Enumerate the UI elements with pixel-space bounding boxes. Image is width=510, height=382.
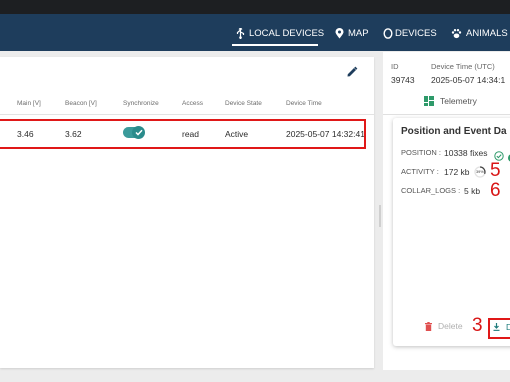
step-5-annotation: 5 (490, 160, 501, 181)
status-dot-icon (506, 149, 510, 167)
activity-progress-text: 39% (476, 169, 484, 174)
usb-icon (236, 27, 245, 39)
delete-button[interactable]: Delete (425, 321, 463, 331)
collar-ring-icon (383, 27, 393, 39)
collar-logs-value: 5 kb (464, 186, 481, 196)
position-value: 10338 fixes (444, 148, 488, 158)
id-value: 39743 (391, 75, 415, 85)
download-button[interactable]: D (493, 322, 510, 332)
nav-devices[interactable]: DEVICES (383, 25, 437, 41)
nav-map[interactable]: MAP (335, 25, 369, 41)
tab-telemetry[interactable]: Telemetry (424, 96, 477, 106)
map-pin-icon (335, 27, 344, 39)
pencil-icon (346, 65, 358, 82)
step-6-annotation: 6 (490, 180, 501, 201)
column-header-access[interactable]: Access (182, 100, 203, 107)
nav-local-devices-label: LOCAL DEVICES (249, 27, 325, 39)
trash-icon (425, 321, 432, 331)
paw-icon (451, 28, 462, 39)
device-time-utc-value: 2025-05-07 14:34:1 (431, 75, 506, 85)
position-label: POSITION : (401, 148, 442, 157)
activity-label: ACTIVITY : (401, 167, 439, 176)
column-header-device-time[interactable]: Device Time (286, 100, 322, 107)
nav-devices-label: DEVICES (395, 27, 437, 39)
id-label: ID (391, 62, 399, 71)
nav-active-indicator (232, 44, 318, 46)
activity-progress-ring: 39% (474, 166, 486, 178)
delete-label: Delete (438, 321, 463, 331)
tab-underline (383, 114, 510, 115)
download-label: D (506, 322, 510, 332)
edit-button[interactable] (346, 65, 358, 77)
header-divider (0, 114, 374, 115)
nav-bar: LOCAL DEVICES MAP DEVICES ANIMALS (0, 14, 510, 51)
card-title: Position and Event Da (401, 126, 507, 137)
activity-value: 172 kb (444, 167, 470, 177)
window-top-bar (0, 0, 510, 14)
row-highlight-annotation (0, 119, 366, 149)
step-3-annotation: 3 (472, 315, 483, 336)
column-header-main[interactable]: Main [V] (17, 100, 41, 107)
panel-resize-handle[interactable] (379, 205, 381, 227)
nav-local-devices[interactable]: LOCAL DEVICES (236, 25, 324, 41)
device-time-utc-label: Device Time (UTC) (431, 62, 495, 71)
nav-animals[interactable]: ANIMALS (451, 25, 508, 41)
download-icon (493, 323, 500, 331)
column-header-beacon[interactable]: Beacon [V] (65, 100, 97, 107)
column-header-synchronize[interactable]: Synchronize (123, 100, 159, 107)
nav-map-label: MAP (348, 27, 369, 39)
tab-telemetry-label: Telemetry (440, 96, 477, 106)
collar-logs-label: COLLAR_LOGS : (401, 186, 461, 195)
telemetry-icon (424, 96, 434, 106)
column-header-device-state[interactable]: Device State (225, 100, 262, 107)
nav-animals-label: ANIMALS (466, 27, 508, 39)
